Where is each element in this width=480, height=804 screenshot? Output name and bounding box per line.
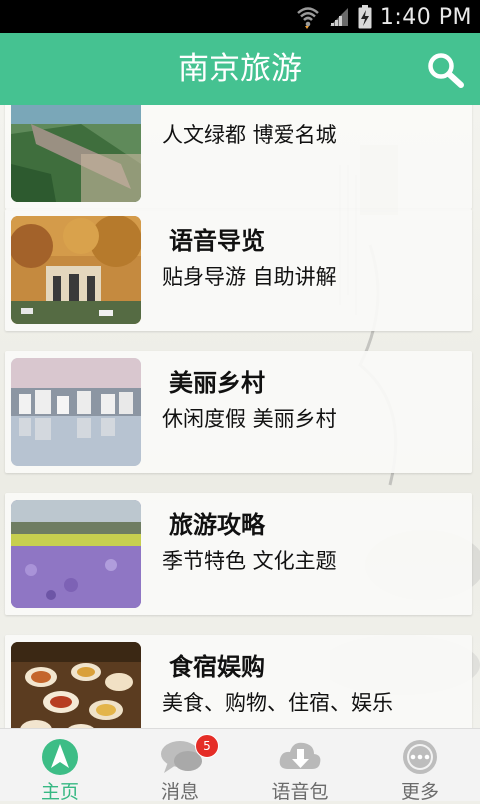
- bottom-tab-bar: 主页 5 消息 语音包 更多: [0, 728, 480, 803]
- food-thumbnail: [11, 642, 141, 728]
- app-title: 南京旅游: [178, 51, 302, 87]
- wifi-icon: [297, 7, 319, 29]
- unread-badge: 5: [195, 734, 219, 758]
- card-title: 食宿娱购: [169, 653, 265, 681]
- cloud-download-icon: [279, 742, 321, 769]
- card-title: 旅游攻略: [169, 511, 265, 539]
- status-bar: 1:40 PM: [0, 0, 480, 33]
- card-title: 美丽乡村: [169, 369, 265, 397]
- battery-charging-icon: [358, 5, 372, 29]
- flower-field-thumbnail: [11, 500, 141, 608]
- status-time: 1:40 PM: [379, 4, 472, 30]
- card-audio-guide[interactable]: 语音导览 贴身导游 自助讲解: [5, 209, 472, 331]
- app-bar: 南京旅游: [0, 33, 480, 105]
- tab-messages[interactable]: 5 消息: [120, 729, 240, 803]
- card-travel-guide[interactable]: 旅游攻略 季节特色 文化主题: [5, 493, 472, 615]
- card-subtitle: 季节特色 文化主题: [162, 549, 337, 573]
- village-thumbnail: [11, 358, 141, 466]
- card-subtitle: 人文绿都 博爱名城: [162, 123, 337, 147]
- card-food-lodging[interactable]: 食宿娱购 美食、购物、住宿、娱乐: [5, 635, 472, 728]
- navigation-arrow-icon: [42, 739, 78, 775]
- card-culture[interactable]: 人文绿都 博爱名城: [5, 105, 472, 209]
- card-subtitle: 休闲度假 美丽乡村: [162, 407, 337, 431]
- feature-list: 人文绿都 博爱名城 语音导览 贴身导游 自助讲解 美丽乡村 休闲度假 美丽乡村 …: [0, 105, 480, 728]
- card-subtitle: 贴身导游 自助讲解: [162, 265, 337, 289]
- tab-voice-pack[interactable]: 语音包: [240, 729, 360, 803]
- tab-more[interactable]: 更多: [360, 729, 480, 803]
- search-button[interactable]: [426, 51, 466, 91]
- search-icon: [428, 53, 464, 88]
- card-countryside[interactable]: 美丽乡村 休闲度假 美丽乡村: [5, 351, 472, 473]
- status-icons: 1:40 PM: [296, 4, 472, 30]
- more-dots-icon: [403, 740, 437, 774]
- city-wall-thumbnail: [11, 105, 141, 202]
- gate-thumbnail: [11, 216, 141, 324]
- card-title: 语音导览: [169, 227, 265, 255]
- card-subtitle: 美食、购物、住宿、娱乐: [162, 691, 393, 715]
- tab-home[interactable]: 主页: [0, 729, 120, 803]
- signal-icon: [329, 8, 348, 26]
